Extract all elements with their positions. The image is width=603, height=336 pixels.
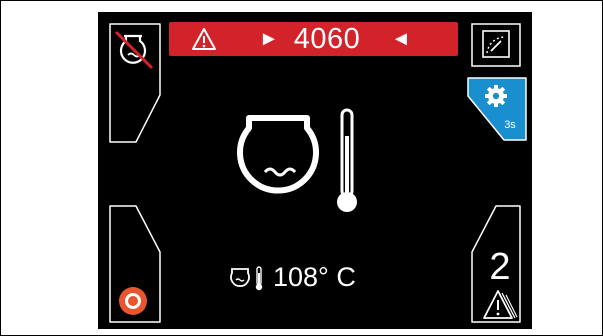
tank-temperature-small-icon <box>228 265 268 291</box>
hold-seconds-label: 3s <box>504 119 516 131</box>
left-top-softkey[interactable] <box>106 20 162 146</box>
right-top-softkey[interactable] <box>468 20 524 70</box>
screen-frame: ► 4060 ◄ 3s 108° C 2 <box>0 0 603 336</box>
active-alarm-count: 2 <box>489 246 511 288</box>
alarm-code: 4060 <box>293 23 361 55</box>
machine-display: ► 4060 ◄ 3s 108° C 2 <box>98 12 532 329</box>
temperature-readout: 108° C <box>273 262 356 292</box>
settings-button[interactable] <box>464 76 528 142</box>
tank-disabled-icon <box>112 28 156 72</box>
left-bottom-softkey[interactable] <box>106 202 162 328</box>
stacked-warnings-icon <box>478 288 518 322</box>
stop-record-icon <box>117 285 149 317</box>
left-pointer-icon: ◄ <box>391 28 411 50</box>
gauge-icon <box>481 29 511 59</box>
tank-thermometer-icon <box>235 106 375 216</box>
warning-triangle-icon <box>191 26 217 52</box>
gear-icon <box>484 84 508 108</box>
alarm-bar[interactable]: ► 4060 ◄ <box>169 22 458 56</box>
